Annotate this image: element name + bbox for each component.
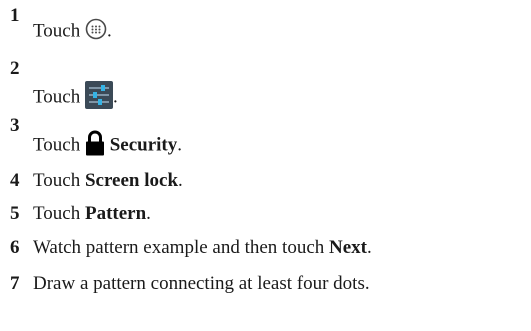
- step-5: 5 Touch Pattern.: [0, 201, 531, 235]
- step-text: Touch .: [33, 18, 112, 46]
- step-number: 7: [10, 273, 20, 294]
- step-bold-term: Next: [329, 237, 368, 258]
- step-suffix: .: [367, 237, 372, 258]
- apps-launcher-icon: [85, 18, 107, 46]
- step-6: 6 Watch pattern example and then touch N…: [0, 235, 531, 269]
- step-text: Touch Security.: [33, 130, 182, 162]
- step-text: Watch pattern example and then touch Nex…: [33, 237, 372, 259]
- step-4: 4 Touch Screen lock.: [0, 168, 531, 202]
- step-prefix: Watch pattern example and then touch: [33, 237, 325, 258]
- step-3: 3 Touch Security.: [0, 115, 531, 156]
- step-number: 2: [10, 58, 20, 79]
- step-number: 3: [10, 115, 20, 136]
- step-bold-term: Screen lock: [84, 170, 179, 191]
- step-text: Touch Pattern.: [33, 203, 151, 225]
- step-prefix: Touch: [33, 134, 81, 156]
- step-prefix: Draw a pattern connecting at least four …: [33, 273, 370, 294]
- step-bold-term: Security: [109, 134, 178, 156]
- step-7: 7 Draw a pattern connecting at least fou…: [0, 271, 531, 305]
- step-bold-term: Pattern: [84, 203, 147, 224]
- step-text: Touch .: [33, 81, 118, 115]
- step-number: 5: [10, 203, 20, 224]
- step-text: Touch Screen lock.: [33, 170, 183, 192]
- step-suffix: .: [112, 86, 118, 108]
- settings-icon: [84, 81, 113, 115]
- step-suffix: .: [178, 170, 183, 191]
- step-number: 4: [10, 170, 20, 191]
- step-prefix: Touch: [33, 86, 81, 108]
- step-prefix: Touch: [33, 20, 81, 42]
- step-number: 6: [10, 237, 20, 258]
- step-1: 1 Touch .: [0, 5, 531, 42]
- step-prefix: Touch: [33, 203, 81, 224]
- step-suffix: .: [106, 20, 112, 42]
- step-prefix: Touch: [33, 170, 81, 191]
- step-text: Draw a pattern connecting at least four …: [33, 273, 370, 295]
- step-suffix: .: [177, 134, 183, 156]
- step-number: 1: [10, 5, 20, 26]
- step-2: 2 Touch .: [0, 58, 531, 109]
- lock-icon: [85, 130, 105, 162]
- step-suffix: .: [146, 203, 151, 224]
